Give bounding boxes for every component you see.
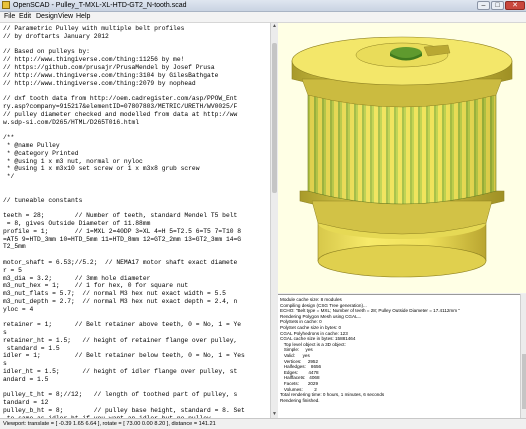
code-line[interactable]: teeth = 28; // Number of teeth, standard… [3,212,267,220]
code-line[interactable]: // dxf tooth data from http://oem.cadreg… [3,95,267,103]
code-line[interactable]: m3_dia = 3.2; // 3mm hole diameter [3,275,267,283]
code-line[interactable] [3,126,267,134]
code-line[interactable]: m3_nut_depth = 2.7; // normal M3 hex nut… [3,298,267,306]
code-line[interactable]: ry.asp?company=915217&elementID=07807803… [3,103,267,111]
code-line[interactable] [3,251,267,259]
3d-viewport[interactable] [278,23,526,293]
code-line[interactable] [3,181,267,189]
code-line[interactable]: * @using 1 x m3x10 set screw or 1 x m3x8… [3,165,267,173]
code-line[interactable]: =AT5 9=HTD_3mm 10=HTD_5mm 11=HTD_8mm 12=… [3,236,267,244]
code-line[interactable] [3,313,267,321]
editor-scrollbar[interactable]: ▲ ▼ [270,23,278,418]
code-line[interactable]: motor_shaft = 6.53;//5.2; // NEMA17 moto… [3,259,267,267]
scroll-down-icon[interactable]: ▼ [271,411,278,418]
code-line[interactable]: * @using 1 x m3 nut, normal or nyloc [3,158,267,166]
scroll-up-icon[interactable]: ▲ [271,23,278,30]
title-bar[interactable]: OpenSCAD - Pulley_T-MXL-XL-HTD-GT2_N-too… [0,0,526,12]
code-line[interactable]: * @name Pulley [3,142,267,150]
code-line[interactable]: pulley_b_ht = 8; // pulley base height, … [3,407,267,415]
console-output[interactable]: Module cache size: 8 modules Compiling de… [278,294,520,419]
code-line[interactable]: T2_5mm [3,243,267,251]
code-line[interactable]: standard = 1.5 [3,345,267,353]
code-line[interactable]: andard = 1.5 [3,376,267,384]
code-line[interactable]: // http://www.thingiverse.com/thing:1125… [3,56,267,64]
menu-file[interactable]: File [4,12,15,22]
code-line[interactable]: w.sdp-si.com/D265/HTML/D265T016.html [3,119,267,127]
window-title: OpenSCAD - Pulley_T-MXL-XL-HTD-GT2_N-too… [13,2,187,9]
code-line[interactable] [3,204,267,212]
code-line[interactable]: pulley_t_ht = 8;//12; // length of tooth… [3,391,267,399]
code-line[interactable]: // http://www.thingiverse.com/thing:3104… [3,72,267,80]
code-line[interactable]: // by droftarts January 2012 [3,33,267,41]
console-scrollbar-thumb[interactable] [522,354,526,409]
code-line[interactable] [3,384,267,392]
code-line[interactable]: // https://github.com/prusajr/PrusaMende… [3,64,267,72]
code-line[interactable]: // http://www.thingiverse.com/thing:2079… [3,80,267,88]
code-line[interactable]: m3_nut_flats = 5.7; // normal M3 hex nut… [3,290,267,298]
code-line[interactable]: retainer = 1; // Belt retainer above tee… [3,321,267,329]
menu-help[interactable]: Help [76,12,90,22]
menu-edit[interactable]: Edit [19,12,31,22]
code-line[interactable] [3,87,267,95]
code-line[interactable] [3,189,267,197]
code-line[interactable]: retainer_ht = 1.5; // height of retainer… [3,337,267,345]
code-line[interactable]: */ [3,173,267,181]
code-editor[interactable]: // Parametric Pulley with multiple belt … [0,23,272,418]
code-line[interactable]: s [3,360,267,368]
code-line[interactable]: // pulley diameter checked and modelled … [3,111,267,119]
close-button[interactable]: ✕ [505,1,525,10]
code-line[interactable]: // tuneable constants [3,197,267,205]
code-line[interactable]: = 8, gives Outside Diameter of 11.88mm [3,220,267,228]
maximize-button[interactable]: □ [491,1,504,10]
code-line[interactable] [3,41,267,49]
code-line[interactable]: idler_ht = 1.5; // height of idler flang… [3,368,267,376]
code-line[interactable]: idler = 1; // Belt retainer below teeth,… [3,352,267,360]
code-text[interactable]: // Parametric Pulley with multiple belt … [3,25,267,418]
menu-bar: File Edit Design View Help [0,12,526,23]
console-line: Rendering finished. [280,397,320,403]
minimize-button[interactable]: – [477,1,490,10]
window-controls: – □ ✕ [477,1,525,10]
code-line[interactable]: // Based on pulleys by: [3,48,267,56]
code-line[interactable]: // Parametric Pulley with multiple belt … [3,25,267,33]
openscad-app-icon [2,1,10,9]
status-bar: Viewport: translate = [ -0.39 1.65 6.64 … [0,418,526,429]
editor-scrollbar-thumb[interactable] [272,43,277,193]
code-line[interactable]: r = 5 [3,267,267,275]
code-line[interactable]: profile = 1; // 1=MXL 2=40DP 3=XL 4=H 5=… [3,228,267,236]
code-line[interactable]: yloc = 4 [3,306,267,314]
pulley-render [291,36,513,278]
code-line[interactable]: * @category Printed [3,150,267,158]
code-line[interactable]: m3_nut_hex = 1; // 1 for hex, 0 for squa… [3,282,267,290]
menu-design[interactable]: Design [36,12,58,22]
console-scrollbar[interactable] [520,294,526,418]
code-line[interactable]: tandard = 12 [3,399,267,407]
menu-view[interactable]: View [58,12,73,22]
code-line[interactable]: s [3,329,267,337]
code-line[interactable]: /** [3,134,267,142]
